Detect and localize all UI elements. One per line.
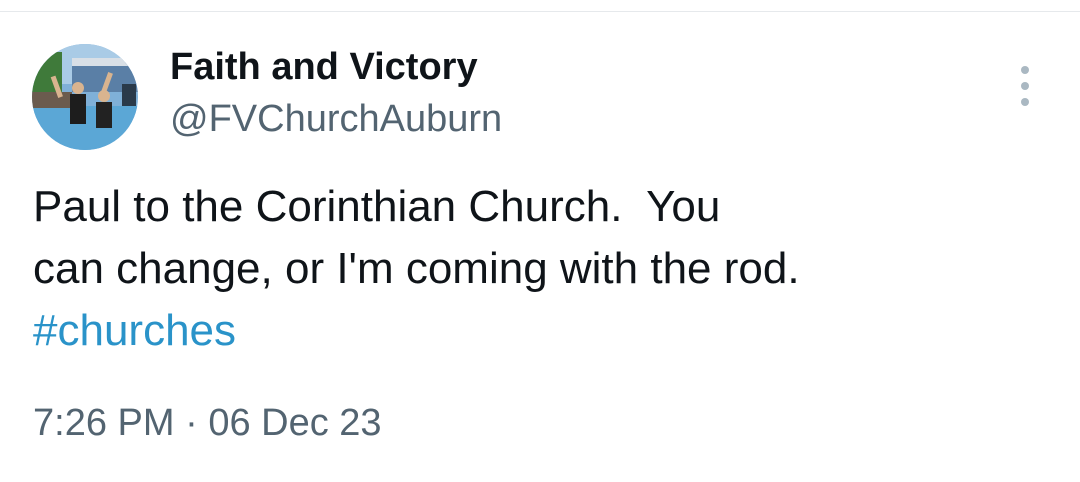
tweet-card: Faith and Victory @FVChurchAuburn Paul t… — [0, 0, 1080, 482]
tweet-date: 06 Dec 23 — [208, 402, 382, 444]
hashtag-link[interactable]: #churches — [33, 300, 1033, 362]
user-handle[interactable]: @FVChurchAuburn — [170, 98, 502, 141]
avatar-photo-icon — [32, 44, 138, 150]
timestamp-separator: · — [185, 402, 198, 444]
tweet-text-line: can change, or I'm coming with the rod. — [33, 244, 800, 293]
tweet-timestamp[interactable]: 7:26 PM · 06 Dec 23 — [33, 402, 382, 445]
display-name[interactable]: Faith and Victory — [170, 46, 478, 89]
tweet-text-line: Paul to the Corinthian Church. You — [33, 182, 721, 231]
more-vertical-icon[interactable] — [1010, 66, 1040, 106]
tweet-time: 7:26 PM — [33, 402, 175, 444]
tweet-text: Paul to the Corinthian Church. You can c… — [33, 176, 1033, 362]
divider — [0, 0, 1080, 12]
avatar[interactable] — [32, 44, 138, 150]
